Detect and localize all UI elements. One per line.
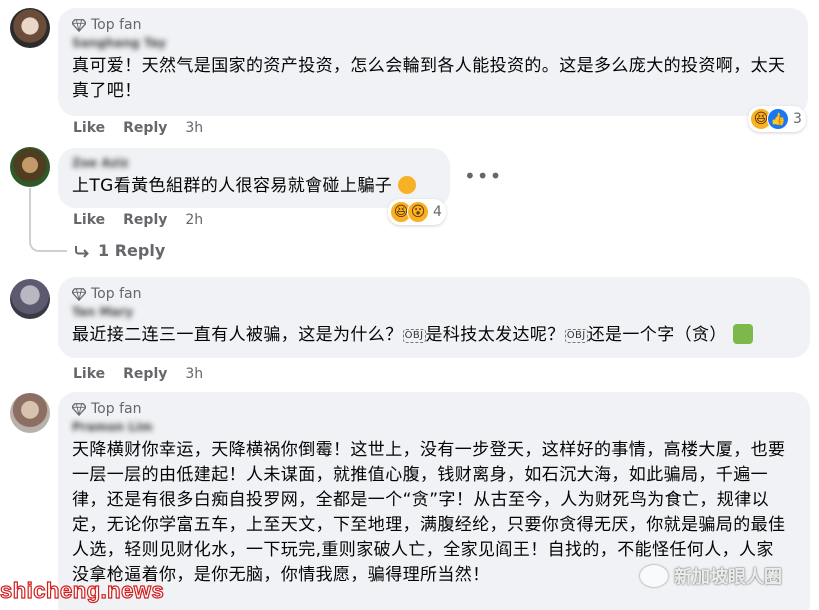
watermark-logo-text: shicheng.news bbox=[0, 577, 165, 603]
avatar[interactable] bbox=[10, 8, 50, 48]
reply-button[interactable]: Reply bbox=[123, 366, 167, 382]
author-name[interactable]: Pramon Lim bbox=[72, 419, 798, 435]
reply-button[interactable]: Reply bbox=[123, 212, 167, 228]
comment-bubble: Zoe Aziz 上TG看黃色組群的人很容易就會碰上騙子 bbox=[58, 148, 450, 208]
like-button[interactable]: Like bbox=[73, 120, 105, 136]
more-options-icon[interactable]: ••• bbox=[464, 164, 502, 188]
rofl-emoji-icon bbox=[397, 176, 416, 194]
comment-text: 最近接二连三一直有人被骗，这是为什么？ OBJ 是科技太发达呢？ OBJ 还是一个字（贪… bbox=[72, 323, 798, 348]
badge-label: Top fan bbox=[91, 17, 142, 33]
watermark-channel-text: 新加坡眼人圈 bbox=[674, 567, 782, 588]
comment-text: 上TG看黃色組群的人很容易就會碰上騙子 bbox=[72, 174, 438, 199]
comment-actions: Like Reply 3h bbox=[73, 366, 203, 382]
reaction-count: 3 bbox=[793, 111, 802, 127]
wechat-icon bbox=[640, 565, 668, 587]
diamond-icon bbox=[72, 403, 86, 416]
author-name[interactable]: Sanghang Tay bbox=[72, 35, 796, 51]
view-replies-link[interactable]: 1 Reply bbox=[74, 241, 165, 260]
timestamp[interactable]: 2h bbox=[185, 212, 203, 228]
like-reaction-icon: 👍 bbox=[767, 108, 789, 130]
diamond-icon bbox=[72, 288, 86, 301]
reply-arrow-icon bbox=[75, 245, 89, 258]
badge-label: Top fan bbox=[91, 286, 142, 302]
wow-reaction-icon: 😮 bbox=[407, 201, 429, 223]
reaction-summary[interactable]: 😆 👍 3 bbox=[748, 106, 806, 132]
avatar[interactable] bbox=[10, 147, 50, 187]
reply-button[interactable]: Reply bbox=[123, 120, 167, 136]
author-name[interactable]: Zoe Aziz bbox=[72, 155, 438, 171]
comment-actions: Like Reply 3h bbox=[73, 120, 203, 136]
diamond-icon bbox=[72, 19, 86, 32]
comment-actions: Like Reply 2h bbox=[73, 212, 203, 228]
reaction-summary[interactable]: 😆 😮 4 bbox=[388, 199, 446, 225]
nauseated-emoji-icon bbox=[732, 324, 753, 344]
avatar[interactable] bbox=[10, 279, 50, 319]
watermark-channel: 新加坡眼人圈 bbox=[640, 563, 782, 589]
timestamp[interactable]: 3h bbox=[185, 120, 203, 136]
replies-count-label: 1 Reply bbox=[98, 241, 166, 260]
comment-bubble: Top fan Sanghang Tay 真可爱！天然气是国家的资产投资，怎么会… bbox=[58, 8, 808, 116]
badge-label: Top fan bbox=[91, 401, 142, 417]
like-button[interactable]: Like bbox=[73, 212, 105, 228]
top-fan-badge: Top fan bbox=[72, 400, 798, 418]
top-fan-badge: Top fan bbox=[72, 285, 798, 303]
ok-emoji-icon: OBJ bbox=[564, 329, 588, 343]
avatar[interactable] bbox=[10, 393, 50, 433]
comment-bubble: Top fan Tan Mary 最近接二连三一直有人被骗，这是为什么？ OBJ 是… bbox=[58, 277, 810, 358]
reaction-count: 4 bbox=[433, 204, 442, 220]
like-button[interactable]: Like bbox=[73, 366, 105, 382]
author-name[interactable]: Tan Mary bbox=[72, 304, 798, 320]
comment-text: 真可爱！天然气是国家的资产投资，怎么会輪到各人能投资的。这是多么庞大的投资啊，太… bbox=[72, 56, 786, 101]
top-fan-badge: Top fan bbox=[72, 16, 796, 34]
thread-connector bbox=[29, 188, 67, 252]
ok-emoji-icon: OBJ bbox=[402, 329, 426, 343]
timestamp[interactable]: 3h bbox=[185, 366, 203, 382]
